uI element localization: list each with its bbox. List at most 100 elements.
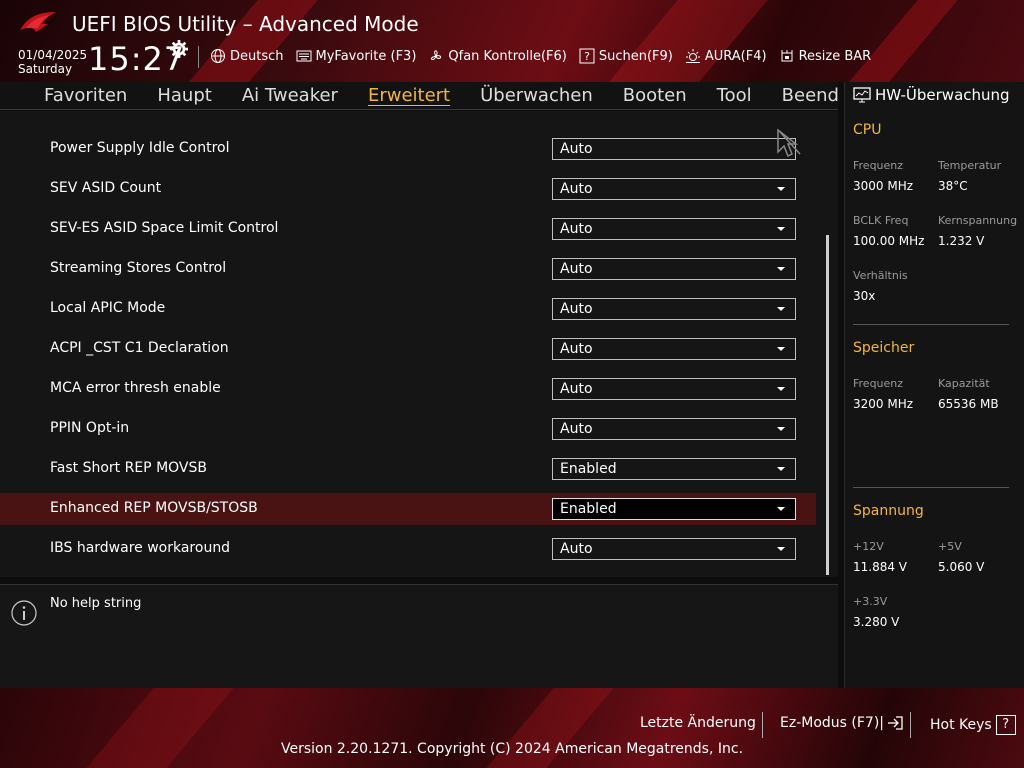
chevron-down-icon: [777, 427, 785, 431]
setting-dropdown[interactable]: Enabled: [552, 458, 796, 480]
cpu-freq-value: 3000 MHz: [853, 179, 914, 193]
setting-row[interactable]: PPIN Opt-in Auto: [0, 413, 816, 445]
footer-divider: [910, 712, 911, 738]
chevron-down-icon: [777, 507, 785, 511]
chevron-down-icon: [777, 547, 785, 551]
help-panel: No help string: [0, 584, 838, 689]
setting-label: SEV-ES ASID Space Limit Control: [50, 220, 279, 236]
resize-bar-button[interactable]: Resize BAR: [779, 48, 871, 64]
exit-arrow-icon: [888, 716, 903, 730]
copyright-text: Version 2.20.1271. Copyright (C) 2024 Am…: [280, 741, 744, 757]
dropdown-value: Enabled: [560, 461, 617, 477]
cpu-temp-value: 38°C: [938, 179, 968, 193]
svg-text:?: ?: [584, 50, 590, 63]
setting-row[interactable]: SEV ASID Count Auto: [0, 173, 816, 205]
chevron-down-icon: [777, 347, 785, 351]
v33-label: +3.3V: [853, 595, 888, 608]
tab-tool[interactable]: Tool: [717, 85, 752, 106]
chevron-down-icon: [777, 387, 785, 391]
memory-freq-label: Frequenz: [853, 377, 904, 390]
setting-dropdown[interactable]: Auto: [552, 538, 796, 560]
gear-icon[interactable]: [170, 40, 188, 58]
mouse-cursor-icon: [777, 128, 801, 158]
setting-row[interactable]: Fast Short REP MOVSB Enabled: [0, 453, 816, 485]
cpu-freq-label: Frequenz: [853, 159, 904, 172]
bclk-value: 100.00 MHz: [853, 234, 925, 248]
tab-haupt[interactable]: Haupt: [157, 85, 211, 106]
language-button[interactable]: Deutsch: [210, 48, 284, 64]
setting-dropdown[interactable]: Auto: [552, 298, 796, 320]
setting-row-selected[interactable]: Enhanced REP MOVSB/STOSB Enabled: [0, 493, 816, 525]
hw-title-text: HW-Überwachung: [875, 86, 1010, 104]
help-key-icon: ?: [995, 715, 1016, 735]
day-text: Saturday: [18, 62, 73, 76]
setting-row[interactable]: Local APIC Mode Auto: [0, 293, 816, 325]
ez-mode-label: Ez-Modus (F7)|: [780, 715, 884, 731]
v12-value: 11.884 V: [853, 560, 908, 574]
myfavorite-button[interactable]: MyFavorite (F3): [296, 48, 417, 64]
setting-row[interactable]: Power Supply Idle Control Auto: [0, 133, 816, 165]
setting-dropdown[interactable]: Auto: [552, 178, 796, 200]
chevron-down-icon: [777, 187, 785, 191]
aura-button[interactable]: AURA(F4): [685, 48, 767, 64]
tab-ai-tweaker[interactable]: Ai Tweaker: [242, 85, 338, 106]
setting-label: Fast Short REP MOVSB: [50, 460, 207, 476]
setting-label: SEV ASID Count: [50, 180, 162, 196]
dropdown-value: Auto: [560, 541, 593, 557]
bclk-label: BCLK Freq: [853, 214, 909, 227]
header-bar: UEFI BIOS Utility – Advanced Mode 01/04/…: [0, 0, 1024, 82]
dropdown-value: Auto: [560, 381, 593, 397]
setting-label: MCA error thresh enable: [50, 380, 221, 396]
qfan-button[interactable]: Qfan Kontrolle(F6): [428, 48, 567, 64]
dropdown-value: Auto: [560, 301, 593, 317]
memory-heading: Speicher: [853, 340, 915, 356]
v12-label: +12V: [853, 540, 884, 553]
memory-capacity-value: 65536 MB: [938, 397, 999, 411]
setting-label: Enhanced REP MOVSB/STOSB: [50, 500, 258, 516]
setting-dropdown[interactable]: Auto: [552, 138, 796, 160]
chevron-down-icon: [777, 307, 785, 311]
tab-erweitert[interactable]: Erweitert: [368, 85, 450, 106]
v5-label: +5V: [938, 540, 962, 553]
setting-row[interactable]: SEV-ES ASID Space Limit Control Auto: [0, 213, 816, 245]
setting-label: Power Supply Idle Control: [50, 140, 230, 156]
chevron-down-icon: [777, 227, 785, 231]
aura-label: AURA(F4): [704, 48, 767, 64]
setting-dropdown[interactable]: Auto: [552, 218, 796, 240]
setting-label: Local APIC Mode: [50, 300, 166, 316]
setting-row[interactable]: Streaming Stores Control Auto: [0, 253, 816, 285]
dropdown-value: Auto: [560, 341, 593, 357]
hot-keys-button[interactable]: Hot Keys ?: [930, 715, 1016, 735]
header-decoration: [593, 0, 777, 82]
monitor-icon: [853, 87, 871, 103]
header-decoration: [833, 0, 967, 82]
setting-row[interactable]: MCA error thresh enable Auto: [0, 373, 816, 405]
keyboard-icon: [296, 50, 312, 62]
setting-dropdown[interactable]: Auto: [552, 338, 796, 360]
search-label: Suchen(F9): [598, 48, 673, 64]
ez-mode-button[interactable]: Ez-Modus (F7)|: [780, 715, 904, 731]
tab-booten[interactable]: Booten: [623, 85, 687, 106]
setting-dropdown[interactable]: Auto: [552, 258, 796, 280]
date-display: 01/04/2025 Saturday: [18, 48, 87, 76]
search-button[interactable]: ? Suchen(F9): [579, 48, 673, 64]
last-change-button[interactable]: Letzte Änderung: [640, 715, 756, 731]
setting-row[interactable]: ACPI _CST C1 Declaration Auto: [0, 333, 816, 365]
tab-beend[interactable]: Beend: [782, 85, 839, 106]
tab-favoriten[interactable]: Favoriten: [44, 85, 127, 106]
fan-icon: [431, 50, 442, 60]
dropdown-value: Auto: [560, 261, 593, 277]
scrollbar[interactable]: [826, 235, 829, 575]
footer-bar: Letzte Änderung Ez-Modus (F7)| Hot Keys …: [0, 688, 1024, 768]
myfavorite-label: MyFavorite (F3): [315, 48, 417, 64]
setting-dropdown[interactable]: Enabled: [552, 498, 796, 520]
setting-row[interactable]: IBS hardware workaround Auto: [0, 533, 816, 565]
info-icon: [11, 600, 37, 626]
setting-dropdown[interactable]: Auto: [552, 418, 796, 440]
dropdown-value: Enabled: [560, 501, 617, 517]
tab-ueberwachen[interactable]: Überwachen: [480, 85, 593, 106]
setting-dropdown[interactable]: Auto: [552, 378, 796, 400]
footer-divider: [762, 712, 763, 738]
core-voltage-value: 1.232 V: [938, 234, 985, 248]
v33-value: 3.280 V: [853, 615, 900, 629]
